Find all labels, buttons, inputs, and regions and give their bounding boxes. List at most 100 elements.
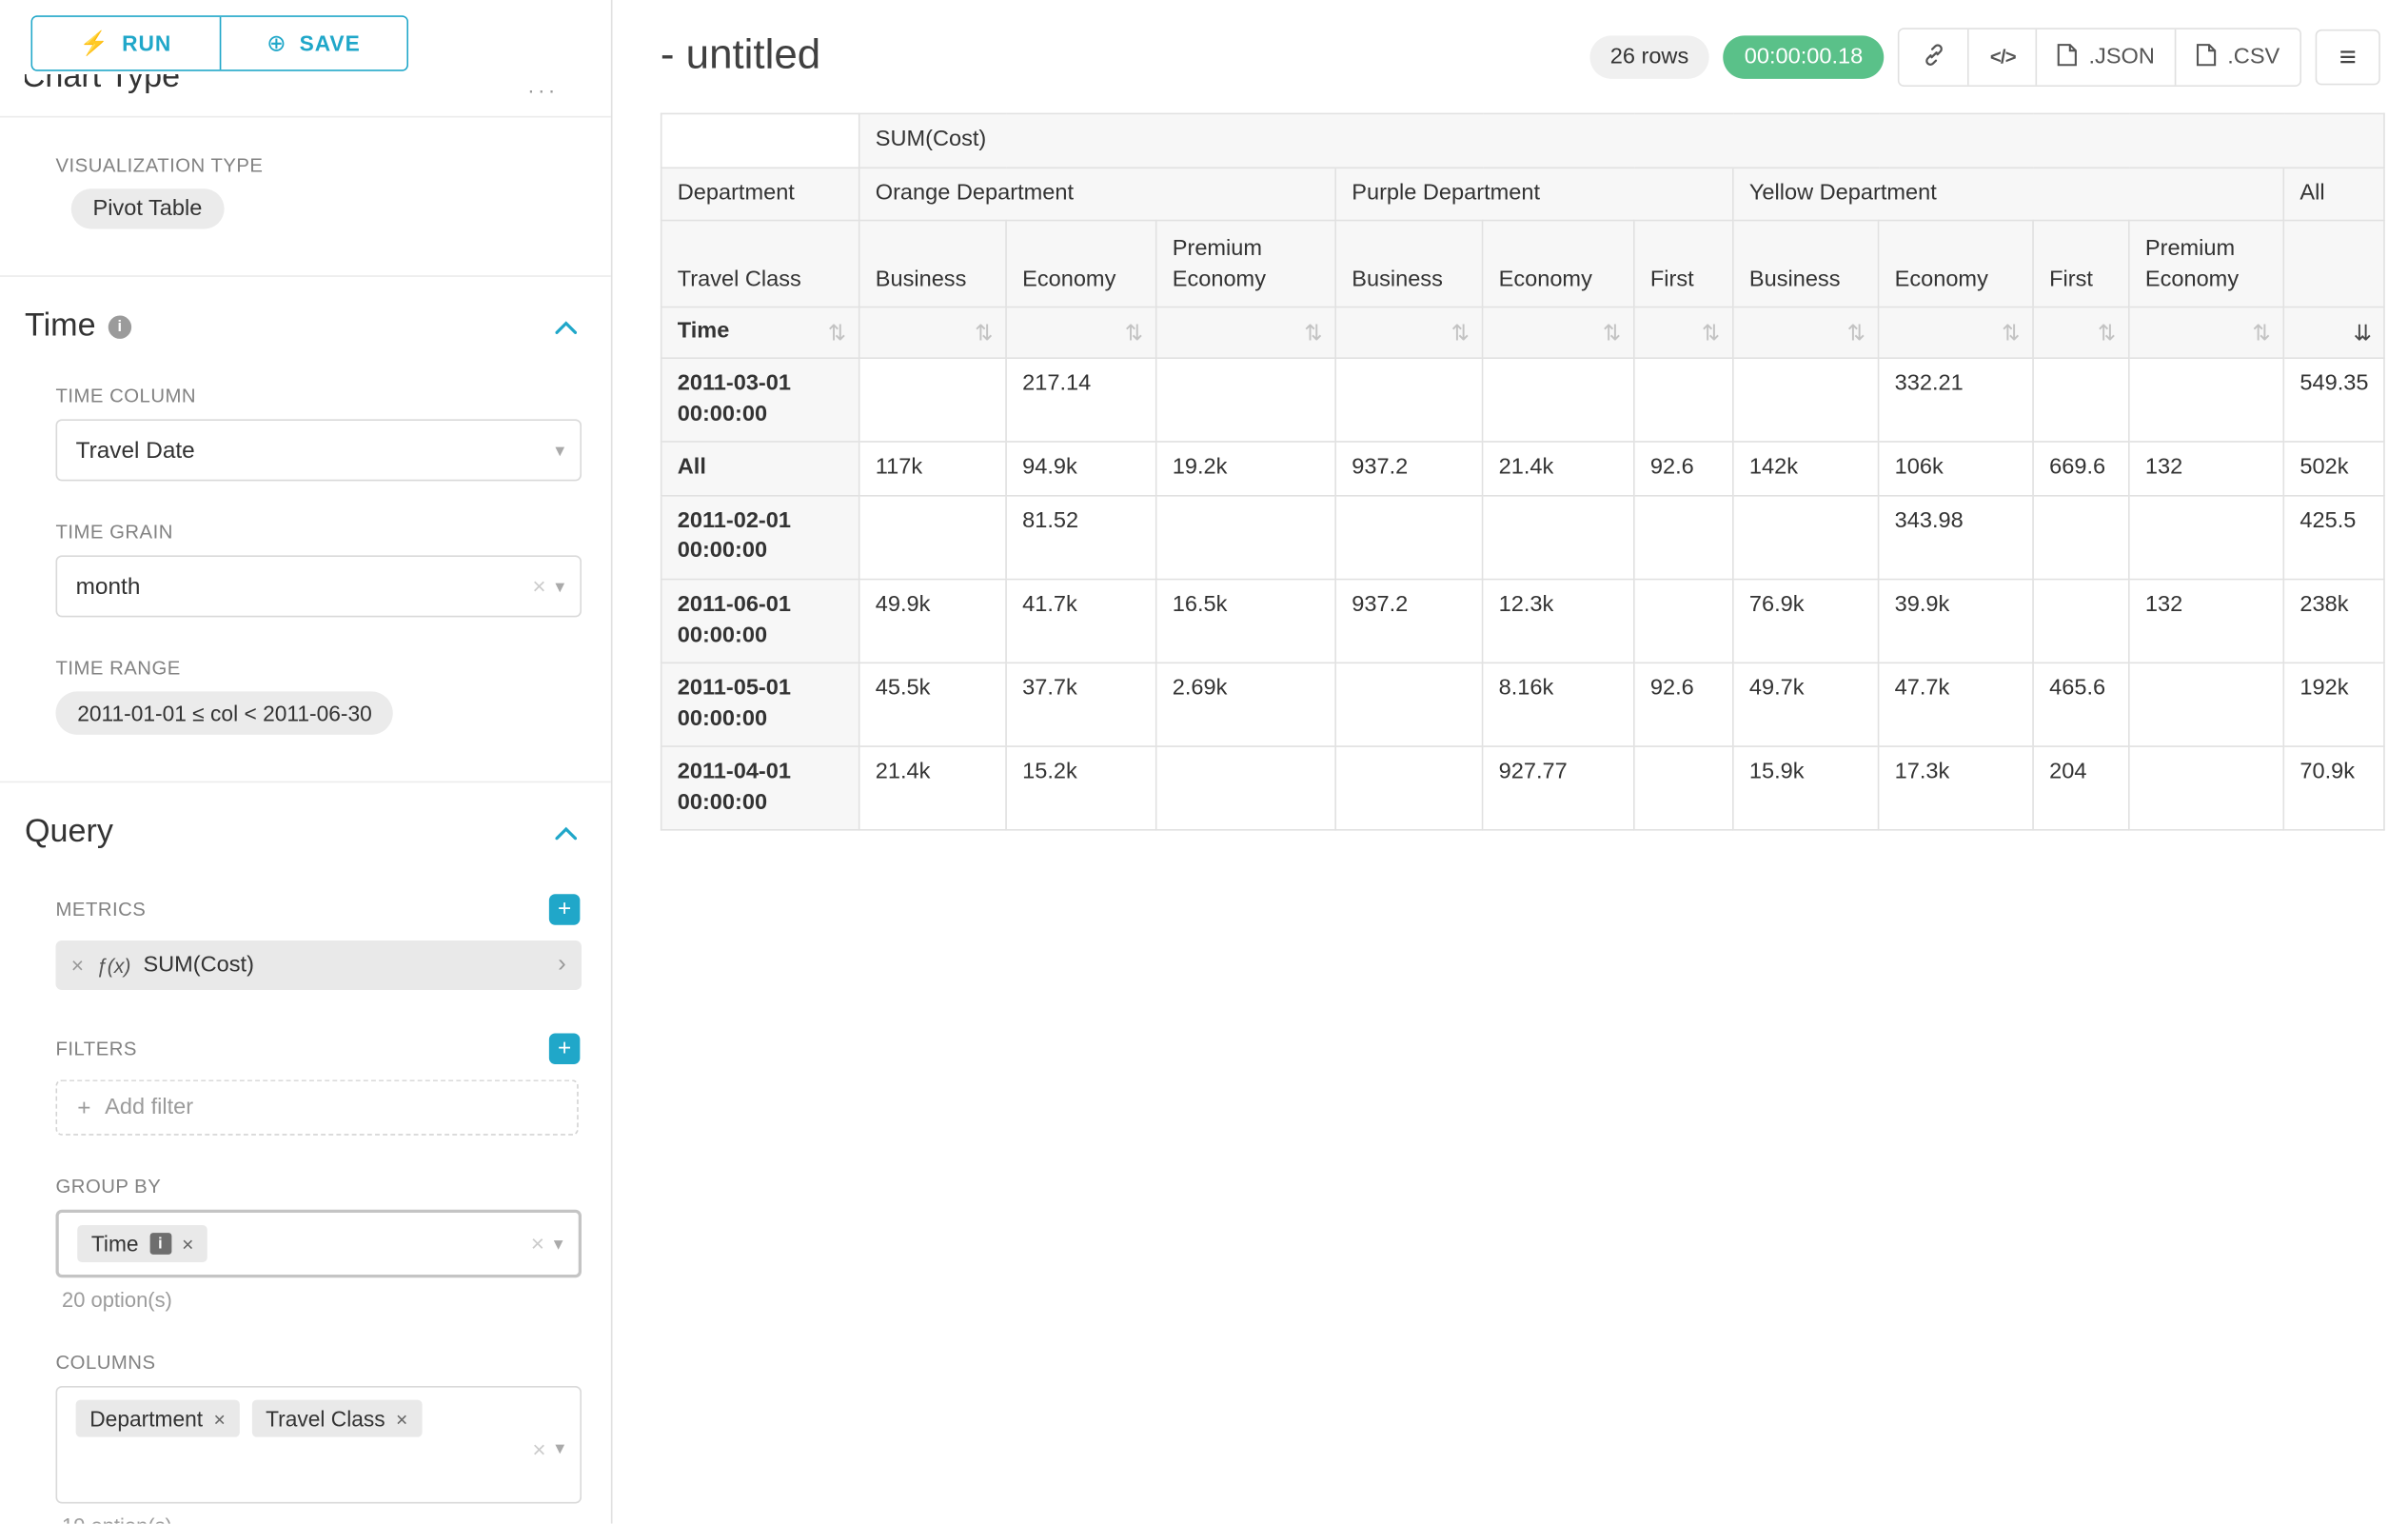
sort-icon[interactable]: ⇅ [2002, 317, 2020, 348]
sort-icon[interactable]: ⇅ [828, 317, 846, 348]
value-cell [1483, 496, 1634, 580]
value-cell: 927.77 [1483, 746, 1634, 830]
sort-icon[interactable]: ⇅ [2098, 317, 2116, 348]
column-sort-cell[interactable]: ⇅ [1335, 307, 1482, 359]
value-cell: 81.52 [1006, 496, 1156, 580]
add-filter-dropzone[interactable]: + Add filter [56, 1079, 579, 1136]
remove-chip-icon[interactable]: × [396, 1407, 407, 1430]
row-label-cell: 2011-03-01 00:00:00 [661, 358, 859, 442]
add-filter-button[interactable]: + [549, 1034, 581, 1065]
value-cell: 19.2k [1156, 442, 1336, 495]
column-sort-cell[interactable]: ⇅ [859, 307, 1006, 359]
info-icon: i [149, 1233, 171, 1255]
file-icon [2197, 43, 2217, 72]
more-options-icon[interactable]: ··· [527, 77, 559, 102]
chevron-up-icon[interactable] [555, 825, 577, 840]
value-cell [1156, 746, 1336, 830]
value-cell [1335, 496, 1482, 580]
value-cell: 332.21 [1879, 358, 2034, 442]
group-by-select[interactable]: Time i × × ▾ [56, 1210, 582, 1278]
save-button[interactable]: ⊕ SAVE [219, 17, 406, 69]
clear-icon[interactable]: × [531, 1231, 544, 1257]
export-csv-label: .CSV [2227, 45, 2280, 69]
sort-icon[interactable]: ⇅ [1451, 317, 1470, 348]
column-sort-cell[interactable]: ⇅ [1156, 307, 1336, 359]
value-cell: 21.4k [1483, 442, 1634, 495]
value-cell [1634, 496, 1733, 580]
department-group-cell: Yellow Department [1733, 168, 2284, 221]
clear-icon[interactable]: × [532, 573, 545, 600]
metric-item[interactable]: × ƒ(x) SUM(Cost) › [56, 940, 582, 990]
expand-metric-icon[interactable]: › [558, 951, 566, 979]
column-sort-cell[interactable]: ⇊ [2283, 307, 2384, 359]
time-column-value: Travel Date [76, 437, 195, 464]
caret-down-icon[interactable]: ▾ [555, 1437, 564, 1464]
run-save-toolbar: ⚡ RUN ⊕ SAVE [31, 15, 409, 71]
column-sort-cell[interactable]: ⇅ [1483, 307, 1634, 359]
info-icon: i [109, 315, 131, 338]
visualization-type-value[interactable]: Pivot Table [71, 188, 224, 228]
function-icon: ƒ(x) [96, 954, 130, 977]
value-cell: 47.7k [1879, 663, 2034, 746]
column-sort-cell[interactable]: ⇅ [1634, 307, 1733, 359]
run-button[interactable]: ⚡ RUN [32, 17, 219, 69]
value-cell: 49.7k [1733, 663, 1879, 746]
column-sort-cell[interactable]: ⇅ [1006, 307, 1156, 359]
menu-button[interactable]: ≡ [2316, 30, 2380, 86]
sort-desc-icon[interactable]: ⇊ [2354, 317, 2372, 348]
group-by-chip-label: Time [91, 1232, 139, 1257]
sort-icon[interactable]: ⇅ [1847, 317, 1865, 348]
export-button-group: </> .JSON [1899, 28, 2301, 87]
control-panel: ⚡ RUN ⊕ SAVE Chart Type ··· VISUALIZATIO… [0, 0, 613, 1524]
sort-icon[interactable]: ⇅ [975, 317, 993, 348]
row-count-badge: 26 rows [1590, 35, 1709, 79]
value-cell: 8.16k [1483, 663, 1634, 746]
group-by-chip[interactable]: Time i × [77, 1225, 207, 1262]
metric-header-cell: SUM(Cost) [859, 113, 2385, 167]
time-range-value[interactable]: 2011-01-01 ≤ col < 2011-06-30 [56, 691, 394, 735]
value-cell: 204 [2033, 746, 2129, 830]
time-sort-cell[interactable]: Time⇅ [661, 307, 859, 359]
time-grain-select[interactable]: month × ▾ [56, 555, 582, 617]
column-sort-cell[interactable]: ⇅ [2129, 307, 2284, 359]
column-sort-cell[interactable]: ⇅ [1733, 307, 1879, 359]
sort-icon[interactable]: ⇅ [2252, 317, 2270, 348]
value-cell: 937.2 [1335, 579, 1482, 663]
copy-link-button[interactable] [1900, 30, 1968, 86]
remove-metric-icon[interactable]: × [71, 953, 84, 978]
view-query-button[interactable]: </> [1968, 30, 2037, 86]
export-csv-button[interactable]: .CSV [2175, 30, 2299, 86]
column-sort-cell[interactable]: ⇅ [2033, 307, 2129, 359]
columns-chip[interactable]: Travel Class × [251, 1400, 422, 1437]
column-sort-cell[interactable]: ⇅ [1879, 307, 2034, 359]
chart-title[interactable]: - untitled [661, 30, 820, 78]
sort-icon[interactable]: ⇅ [1304, 317, 1322, 348]
travel-class-cell: Economy [1879, 221, 2034, 307]
sort-icon[interactable]: ⇅ [1603, 317, 1621, 348]
value-cell: 549.35 [2283, 358, 2384, 442]
add-metric-button[interactable]: + [549, 894, 581, 925]
sort-icon[interactable]: ⇅ [1125, 317, 1143, 348]
clear-icon[interactable]: × [532, 1437, 545, 1464]
columns-options-hint: 19 option(s) [62, 1514, 580, 1524]
value-cell: 15.2k [1006, 746, 1156, 830]
sort-icon[interactable]: ⇅ [1702, 317, 1720, 348]
remove-chip-icon[interactable]: × [214, 1407, 226, 1430]
columns-chip[interactable]: Department × [76, 1400, 240, 1437]
value-cell [1634, 358, 1733, 442]
chevron-up-icon[interactable] [555, 320, 577, 334]
export-json-button[interactable]: .JSON [2036, 30, 2175, 86]
time-column-select[interactable]: Travel Date ▾ [56, 419, 582, 481]
value-cell [1733, 358, 1879, 442]
pivot-data-row: 2011-06-01 00:00:0049.9k41.7k16.5k937.21… [661, 579, 2385, 663]
time-grain-label: TIME GRAIN [56, 522, 581, 544]
remove-chip-icon[interactable]: × [182, 1232, 193, 1255]
columns-select[interactable]: Department × Travel Class × × ▾ [56, 1386, 582, 1504]
caret-down-icon: ▾ [555, 440, 564, 462]
caret-down-icon[interactable]: ▾ [554, 1233, 563, 1255]
value-cell: 49.9k [859, 579, 1006, 663]
value-cell: 15.9k [1733, 746, 1879, 830]
group-by-options-hint: 20 option(s) [62, 1289, 580, 1312]
travel-class-cell: Economy [1006, 221, 1156, 307]
travel-class-cell: Economy [1483, 221, 1634, 307]
